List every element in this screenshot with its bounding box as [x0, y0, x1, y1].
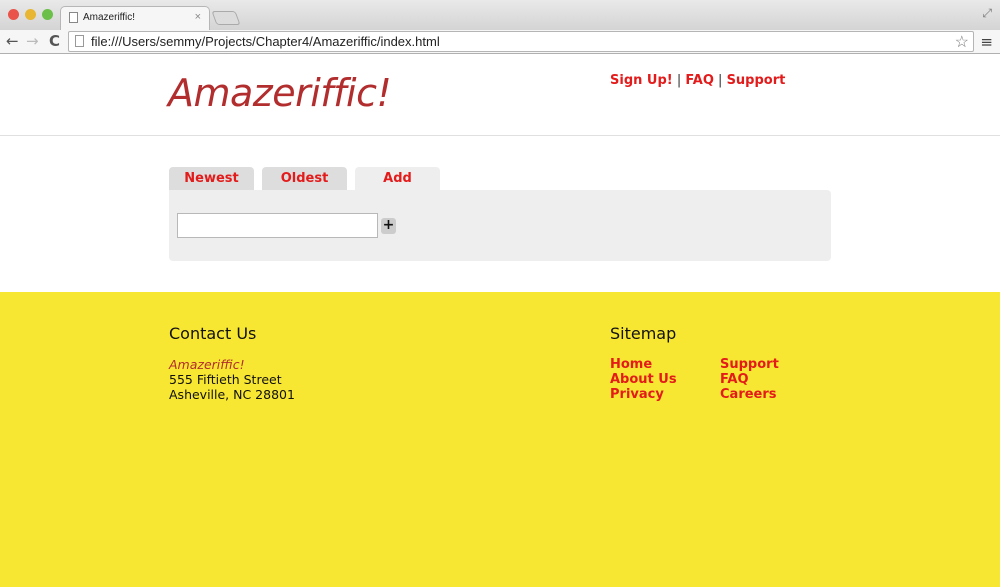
tab-close-icon[interactable]: ×	[195, 11, 201, 23]
contact-company: Amazeriffic!	[169, 357, 245, 372]
nav-separator: |	[718, 73, 723, 88]
tab-bar: Newest Oldest Add	[169, 167, 440, 190]
url-text: file:///Users/semmy/Projects/Chapter4/Am…	[91, 34, 440, 49]
site-header: Amazeriffic! Sign Up! | FAQ | Support	[0, 55, 1000, 136]
window-controls	[8, 9, 53, 20]
page-icon	[75, 35, 84, 47]
tab-oldest[interactable]: Oldest	[262, 167, 347, 190]
support-link[interactable]: Support	[727, 73, 786, 88]
tab-newest[interactable]: Newest	[169, 167, 254, 190]
tab-title: Amazeriffic!	[83, 12, 136, 23]
sitemap-home-link[interactable]: Home	[610, 357, 720, 372]
new-tab-button[interactable]	[211, 11, 241, 25]
top-nav: Sign Up! | FAQ | Support	[610, 73, 785, 88]
sitemap-column: Home About Us Privacy	[610, 357, 720, 402]
contact-section: Contact Us Amazeriffic! 555 Fiftieth Str…	[169, 324, 295, 402]
sitemap-privacy-link[interactable]: Privacy	[610, 387, 720, 402]
add-button[interactable]: +	[381, 218, 396, 234]
sitemap-section: Sitemap Home About Us Privacy Support FA…	[610, 324, 830, 402]
contact-city: Asheville, NC 28801	[169, 387, 295, 402]
page-icon	[69, 12, 78, 23]
browser-tab[interactable]: Amazeriffic! ×	[60, 6, 210, 30]
todo-input[interactable]	[177, 213, 378, 238]
sitemap-title: Sitemap	[610, 324, 677, 343]
signup-link[interactable]: Sign Up!	[610, 73, 673, 88]
fullscreen-icon[interactable]: ⤢	[982, 6, 992, 21]
forward-icon[interactable]: →	[26, 32, 39, 50]
sitemap-column: Support FAQ Careers	[720, 357, 830, 402]
minimize-window-button[interactable]	[25, 9, 36, 20]
site-logo: Amazeriffic!	[168, 71, 392, 115]
tab-add[interactable]: Add	[355, 167, 440, 190]
reload-icon[interactable]: C	[49, 32, 60, 50]
page-content: Amazeriffic! Sign Up! | FAQ | Support Ne…	[0, 55, 1000, 587]
nav-separator: |	[676, 73, 682, 88]
address-bar[interactable]: file:///Users/semmy/Projects/Chapter4/Am…	[68, 31, 974, 52]
tab-content-panel: +	[169, 190, 831, 261]
back-icon[interactable]: ←	[6, 32, 19, 50]
sitemap-support-link[interactable]: Support	[720, 357, 830, 372]
sitemap-faq-link[interactable]: FAQ	[720, 372, 830, 387]
sitemap-about-link[interactable]: About Us	[610, 372, 720, 387]
browser-titlebar: Amazeriffic! × ⤢	[0, 0, 1000, 30]
bookmark-star-icon[interactable]: ☆	[955, 32, 969, 52]
browser-toolbar: ← → C file:///Users/semmy/Projects/Chapt…	[0, 30, 1000, 54]
menu-icon[interactable]: ≡	[980, 33, 993, 51]
close-window-button[interactable]	[8, 9, 19, 20]
maximize-window-button[interactable]	[42, 9, 53, 20]
sitemap-careers-link[interactable]: Careers	[720, 387, 830, 402]
contact-title: Contact Us	[169, 324, 257, 343]
site-footer: Contact Us Amazeriffic! 555 Fiftieth Str…	[0, 292, 1000, 587]
faq-link[interactable]: FAQ	[685, 73, 714, 88]
contact-street: 555 Fiftieth Street	[169, 372, 282, 387]
